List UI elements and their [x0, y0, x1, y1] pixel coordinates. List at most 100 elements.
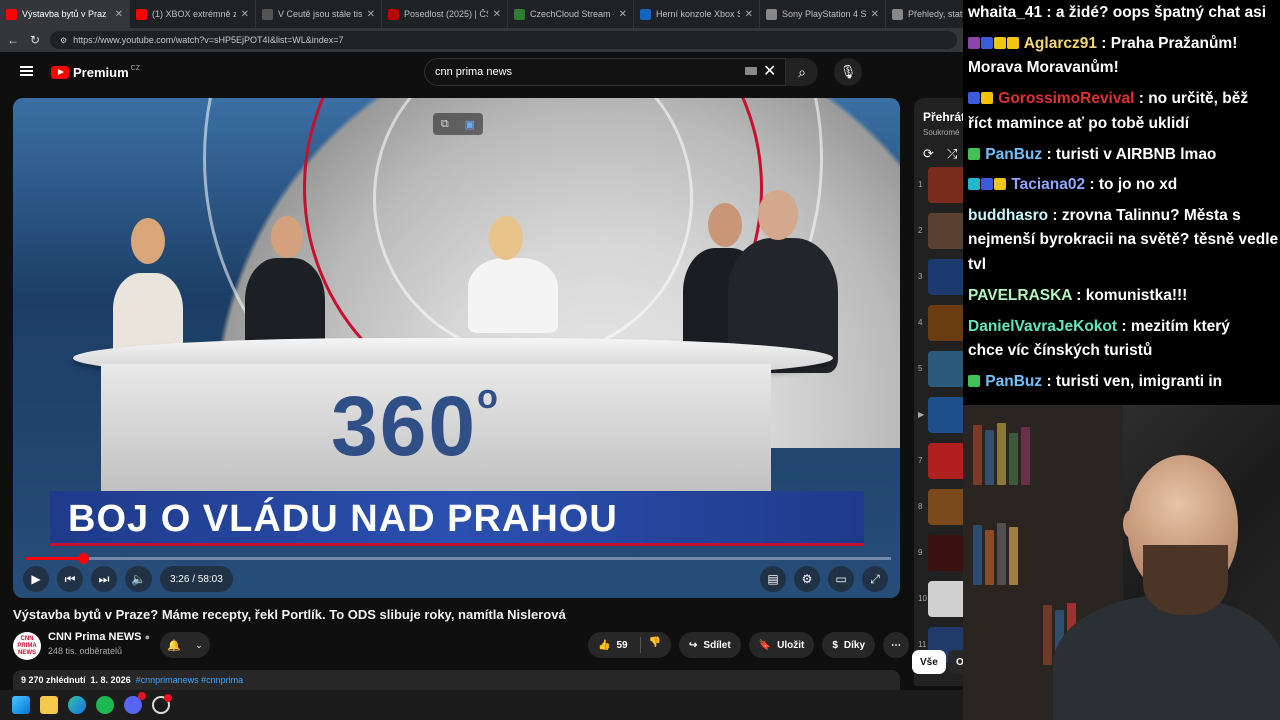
browser-tab[interactable]: Výstavba bytů v Praz ✕ — [0, 0, 130, 28]
volume-button[interactable]: 🔈 — [125, 566, 152, 592]
channel-avatar[interactable]: CNN PRIMA NEWS — [13, 632, 41, 660]
chat-text: : turisti v AIRBNB lmao — [1042, 145, 1217, 163]
previous-button[interactable]: ⏮ — [57, 566, 83, 592]
subtitles-button[interactable]: ▤ — [760, 566, 786, 592]
next-button[interactable]: ⏭ — [91, 566, 117, 592]
chat-username[interactable]: PanBuz — [981, 146, 1042, 163]
playlist-item[interactable]: ▶ — [914, 394, 963, 436]
video-title: Výstavba bytů v Praze? Máme recepty, řek… — [13, 607, 566, 622]
chat-username[interactable]: PanBuz — [981, 373, 1042, 390]
chat-username[interactable]: GorossimoRevival — [994, 90, 1134, 107]
close-tab-icon[interactable]: ✕ — [241, 9, 249, 20]
browser-tab[interactable]: Herní konzole Xbox Seri ✕ — [634, 0, 760, 28]
notification-button[interactable]: 🔔 ⌄ — [160, 632, 210, 658]
close-tab-icon[interactable]: ✕ — [493, 9, 501, 20]
close-tab-icon[interactable]: ✕ — [619, 9, 627, 20]
playlist-item[interactable]: 9 — [914, 532, 963, 574]
menu-icon[interactable] — [20, 66, 33, 76]
playlist-item[interactable]: 5 — [914, 348, 963, 390]
browser-tab[interactable]: Sony PlayStation 4 Slim ✕ — [760, 0, 886, 28]
fullscreen-icon: ⤢ — [870, 571, 880, 586]
progress-bar[interactable] — [25, 553, 891, 564]
taskbar — [0, 690, 963, 720]
search-button[interactable]: ⌕ — [786, 58, 818, 86]
like-button[interactable]: 👍 59 👎 — [588, 632, 672, 658]
fullscreen-button[interactable]: ⤢ — [862, 566, 888, 592]
discord-icon[interactable] — [124, 692, 146, 714]
chat-username[interactable]: DanielVavraJeKokot — [968, 318, 1117, 335]
chevron-down-icon: ⌄ — [195, 639, 203, 650]
tab-label: Sony PlayStation 4 Slim — [782, 9, 866, 19]
playlist-item[interactable]: 2 — [914, 210, 963, 252]
file-explorer-icon[interactable] — [40, 696, 58, 714]
filter-chip-other[interactable]: O — [948, 650, 964, 674]
chat-username[interactable]: Taciana02 — [1007, 176, 1085, 193]
playlist-item[interactable]: 4 — [914, 302, 963, 344]
reload-icon[interactable]: ↻ — [28, 33, 42, 47]
chat-username[interactable]: whaita_41 — [968, 4, 1042, 21]
more-actions-button[interactable]: ⋯ — [883, 632, 910, 658]
playlist-item[interactable]: 10 — [914, 578, 963, 620]
site-info-icon[interactable]: ⚙ — [60, 36, 67, 45]
close-tab-icon[interactable]: ✕ — [745, 9, 753, 20]
playlist-item[interactable]: 7 — [914, 440, 963, 482]
tab-favicon-icon — [262, 8, 273, 20]
video-player[interactable]: 360o BOJ O VLÁDU NAD PRAHOU ⧉ ▣ ▶ ⏮ ⏭ 🔈 … — [13, 98, 900, 598]
playlist-item[interactable]: 3 — [914, 256, 963, 298]
miniplayer-icon[interactable]: ⧉ — [441, 118, 449, 131]
clear-search-icon[interactable]: ✕ — [763, 61, 776, 81]
youtube-header: Premium CZ cnn prima news ✕ ⌕ 🎙 — [0, 52, 963, 92]
settings-button[interactable]: ⚙ — [794, 566, 820, 592]
chat-badge-icon — [981, 36, 993, 49]
chat-message: DanielVavraJeKokot : mezitím který — [968, 314, 1230, 340]
playlist-title[interactable]: Přehrát později — [923, 110, 963, 124]
close-tab-icon[interactable]: ✕ — [115, 9, 123, 20]
save-button[interactable]: 🔖 Uložit — [748, 632, 815, 658]
back-icon[interactable]: ← — [6, 33, 20, 47]
browser-tab[interactable]: Posedlost (2025) | ČSFD ✕ — [382, 0, 508, 28]
time-display: 3:26 / 58:03 — [159, 566, 233, 592]
search-input[interactable]: cnn prima news — [424, 58, 786, 86]
tab-favicon-icon — [514, 8, 525, 20]
close-tab-icon[interactable]: ✕ — [871, 9, 879, 20]
chat-badge-icon — [1007, 36, 1019, 49]
chat-username[interactable]: Aglarcz91 — [1020, 35, 1097, 52]
theater-button[interactable]: ▭ — [828, 566, 854, 592]
keyboard-icon[interactable] — [745, 67, 757, 75]
avatar-text: CNN PRIMA NEWS — [17, 635, 37, 656]
thanks-button[interactable]: $ Díky — [822, 632, 876, 658]
streamer-beard — [1143, 545, 1228, 615]
share-button[interactable]: ↪ Sdílet — [679, 632, 741, 658]
description-box[interactable]: 9 270 zhlédnutí 1. 8. 2026 #cnnprimanews… — [13, 670, 900, 690]
voice-search-button[interactable]: 🎙 — [834, 58, 862, 86]
loop-icon[interactable]: ⟳ — [923, 146, 934, 162]
play-button[interactable]: ▶ — [23, 566, 49, 592]
hashtags[interactable]: #cnnprimanews #cnnprima — [136, 675, 244, 685]
browser-tab[interactable]: V Ceutě jsou stále tisíce ✕ — [256, 0, 382, 28]
dislike-button[interactable]: 👎 — [639, 637, 661, 653]
cast-icon[interactable]: ▣ — [465, 118, 475, 131]
playlist-item[interactable]: 1 — [914, 164, 963, 206]
shuffle-icon[interactable]: ⤮ — [947, 146, 957, 162]
spotify-icon[interactable] — [96, 696, 114, 714]
bookmark-icon: 🔖 — [758, 639, 772, 651]
chat-username[interactable]: buddhasro — [968, 207, 1048, 224]
progress-scrubber[interactable] — [78, 553, 90, 564]
playlist-thumbnail — [928, 259, 963, 295]
youtube-logo[interactable]: Premium CZ — [51, 65, 140, 80]
channel-name[interactable]: CNN Prima NEWS ● — [48, 631, 150, 643]
windows-icon[interactable] — [12, 696, 30, 714]
chat-text: : a židé? oops špatný chat asi — [1042, 4, 1267, 21]
playlist-item[interactable]: 8 — [914, 486, 963, 528]
chat-username[interactable]: PAVELRASKA — [968, 287, 1072, 304]
browser-tab[interactable]: Přehledy, statisti✕ — [886, 0, 963, 28]
browser-tab[interactable]: CzechCloud Stream - W ✕ — [508, 0, 634, 28]
url-field[interactable]: ⚙ https://www.youtube.com/watch?v=sHP5Ej… — [50, 31, 957, 49]
filter-chip-all[interactable]: Vše — [912, 650, 946, 674]
close-tab-icon[interactable]: ✕ — [367, 9, 375, 20]
subscriber-count: 248 tis. odběratelů — [48, 646, 123, 656]
app-icon[interactable] — [152, 694, 172, 714]
streamer-webcam — [963, 405, 1280, 720]
edge-icon[interactable] — [68, 696, 86, 714]
browser-tab[interactable]: (1) XBOX extrémně zdraž ✕ — [130, 0, 256, 28]
